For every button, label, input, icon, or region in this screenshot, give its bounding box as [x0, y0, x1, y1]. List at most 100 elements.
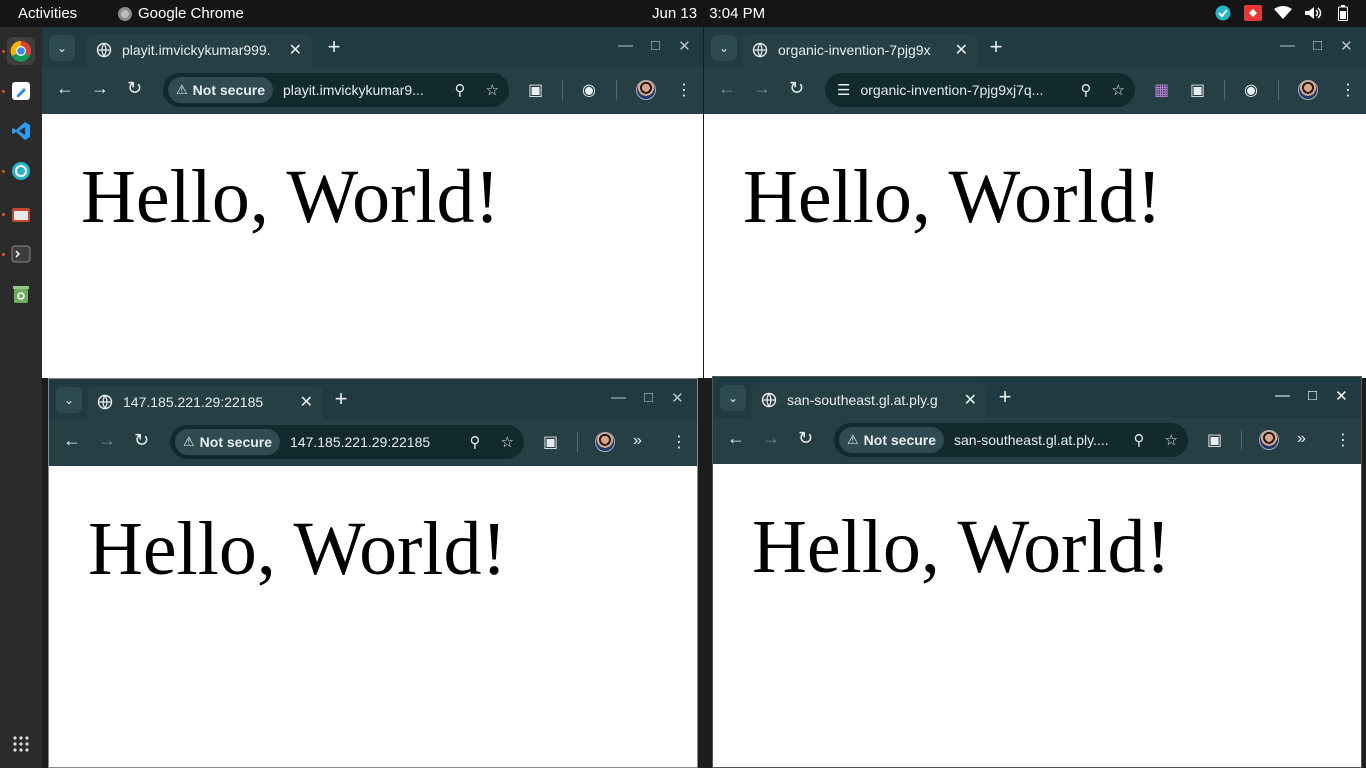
- vscode-dock-icon[interactable]: [7, 117, 35, 145]
- close-tab-icon[interactable]: ✕: [955, 40, 968, 60]
- more-tools-chevron-icon[interactable]: »: [633, 432, 642, 450]
- forward-button[interactable]: →: [98, 430, 116, 451]
- maximize-button[interactable]: □: [1313, 37, 1322, 55]
- security-chip[interactable]: ⚠ Not secure: [168, 77, 274, 103]
- close-tab-icon[interactable]: ✕: [300, 392, 313, 412]
- close-tab-icon[interactable]: ✕: [964, 390, 977, 410]
- screenshot-icon[interactable]: ◉: [582, 80, 596, 100]
- close-tab-icon[interactable]: ✕: [289, 40, 302, 60]
- reload-button[interactable]: ↻: [789, 78, 804, 99]
- more-tools-chevron-icon[interactable]: »: [1297, 430, 1306, 448]
- url-text[interactable]: organic-invention-7pjg9xj7q...: [860, 82, 1070, 98]
- new-tab-button[interactable]: +: [984, 34, 1008, 60]
- new-tab-button[interactable]: +: [993, 384, 1017, 410]
- reload-button[interactable]: ↻: [134, 430, 149, 451]
- zoom-icon[interactable]: ⚲: [455, 81, 466, 99]
- profile-avatar[interactable]: [1259, 430, 1279, 450]
- omnibox[interactable]: ⚠ Not secure 147.185.221.29:22185 ⚲ ☆: [170, 425, 524, 459]
- zoom-icon[interactable]: ⚲: [470, 433, 481, 451]
- globe-icon: [752, 42, 768, 58]
- extensions-icon[interactable]: ▣: [1190, 80, 1205, 100]
- profile-avatar[interactable]: [1298, 80, 1318, 100]
- menu-icon[interactable]: ⋮: [671, 432, 687, 452]
- forward-button[interactable]: →: [762, 428, 780, 449]
- zoom-icon[interactable]: ⚲: [1081, 81, 1092, 99]
- sync-dock-icon[interactable]: [7, 157, 35, 185]
- volume-icon[interactable]: [1304, 4, 1322, 22]
- zoom-icon[interactable]: ⚲: [1134, 431, 1145, 449]
- minimize-button[interactable]: —: [1275, 387, 1290, 405]
- tab-search-button[interactable]: ⌄: [720, 385, 746, 411]
- maximize-button[interactable]: □: [1308, 387, 1317, 405]
- reload-button[interactable]: ↻: [798, 428, 813, 449]
- maximize-button[interactable]: □: [651, 37, 660, 55]
- minimize-button[interactable]: —: [618, 37, 633, 55]
- anydesk-icon[interactable]: [1244, 4, 1262, 22]
- toolbar-divider: [562, 80, 563, 100]
- bookmark-star-icon[interactable]: ☆: [1112, 81, 1125, 99]
- show-apps-icon[interactable]: [7, 730, 35, 758]
- back-button[interactable]: ←: [63, 430, 81, 451]
- trash-dock-icon[interactable]: [7, 280, 35, 308]
- new-tab-button[interactable]: +: [329, 386, 353, 412]
- minimize-button[interactable]: —: [611, 389, 626, 407]
- omnibox[interactable]: ⚠ Not secure san-southeast.gl.at.ply.... …: [834, 423, 1188, 457]
- color-extension-icon[interactable]: ▦: [1154, 80, 1169, 100]
- tab-active[interactable]: playit.imvickykumar999. ✕: [86, 33, 312, 67]
- page-content: Hello, World!: [704, 114, 1366, 378]
- bookmark-star-icon[interactable]: ☆: [1165, 431, 1178, 449]
- close-window-button[interactable]: ✕: [671, 389, 684, 407]
- close-window-button[interactable]: ✕: [1335, 387, 1348, 405]
- tab-search-button[interactable]: ⌄: [56, 387, 82, 413]
- extensions-icon[interactable]: ▣: [1207, 430, 1222, 450]
- battery-icon[interactable]: [1334, 4, 1352, 22]
- reload-button[interactable]: ↻: [127, 78, 142, 99]
- extensions-icon[interactable]: ▣: [543, 432, 558, 452]
- back-button[interactable]: ←: [56, 78, 74, 99]
- close-window-button[interactable]: ✕: [678, 37, 691, 55]
- tab-title: san-southeast.gl.at.ply.g: [787, 392, 938, 408]
- site-info-icon[interactable]: ☰: [837, 81, 850, 99]
- activities-button[interactable]: Activities: [18, 5, 77, 22]
- maximize-button[interactable]: □: [644, 389, 653, 407]
- profile-avatar[interactable]: [595, 432, 615, 452]
- omnibox[interactable]: ☰ organic-invention-7pjg9xj7q... ⚲ ☆: [825, 73, 1135, 107]
- sync-app-icon[interactable]: [1214, 4, 1232, 22]
- files-dock-icon[interactable]: [7, 200, 35, 228]
- forward-button[interactable]: →: [753, 78, 771, 99]
- url-text[interactable]: 147.185.221.29:22185: [290, 434, 460, 450]
- close-window-button[interactable]: ✕: [1340, 37, 1353, 55]
- omnibox[interactable]: ⚠ Not secure playit.imvickykumar9... ⚲ ☆: [163, 73, 509, 107]
- tab-active[interactable]: san-southeast.gl.at.ply.g ✕: [751, 383, 987, 417]
- extensions-icon[interactable]: ▣: [528, 80, 543, 100]
- security-chip[interactable]: ⚠ Not secure: [839, 427, 945, 453]
- back-button[interactable]: ←: [727, 428, 745, 449]
- app-menu[interactable]: Google Chrome: [118, 5, 244, 22]
- text-editor-dock-icon[interactable]: [7, 77, 35, 105]
- tab-search-button[interactable]: ⌄: [49, 35, 75, 61]
- security-chip[interactable]: ⚠ Not secure: [175, 429, 281, 455]
- chrome-dock-icon[interactable]: [7, 37, 35, 65]
- clock[interactable]: Jun 13 3:04 PM: [652, 5, 765, 22]
- profile-avatar[interactable]: [636, 80, 656, 100]
- url-text[interactable]: playit.imvickykumar9...: [283, 82, 445, 98]
- tab-active[interactable]: organic-invention-7pjg9x ✕: [742, 33, 978, 67]
- forward-button[interactable]: →: [91, 78, 109, 99]
- tab-active[interactable]: 147.185.221.29:22185 ✕: [87, 385, 323, 419]
- menu-icon[interactable]: ⋮: [1335, 430, 1351, 450]
- minimize-button[interactable]: —: [1280, 37, 1295, 55]
- bookmark-star-icon[interactable]: ☆: [486, 81, 499, 99]
- menu-icon[interactable]: ⋮: [676, 80, 692, 100]
- menu-icon[interactable]: ⋮: [1340, 80, 1356, 100]
- back-button[interactable]: ←: [718, 78, 736, 99]
- new-tab-button[interactable]: +: [322, 34, 346, 60]
- screenshot-icon[interactable]: ◉: [1244, 80, 1258, 100]
- globe-icon: [761, 392, 777, 408]
- bookmark-star-icon[interactable]: ☆: [501, 433, 514, 451]
- page-heading: Hello, World!: [88, 507, 507, 591]
- terminal-dock-icon[interactable]: [7, 240, 35, 268]
- system-tray[interactable]: [1214, 4, 1352, 22]
- url-text[interactable]: san-southeast.gl.at.ply....: [954, 432, 1124, 448]
- wifi-icon[interactable]: [1274, 4, 1292, 22]
- tab-search-button[interactable]: ⌄: [711, 35, 737, 61]
